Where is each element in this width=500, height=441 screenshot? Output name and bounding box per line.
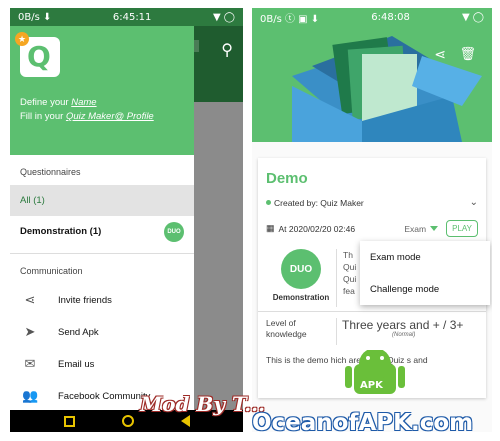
knowledge-row: Level of knowledge Three years and + / 3… xyxy=(258,311,486,351)
status-bar: 0B/s ⓣ ▣ ⬇ 6:48:08 ▼ ◯ xyxy=(252,8,492,26)
name-link[interactable]: Name xyxy=(71,97,96,108)
calendar-icon: ▦ xyxy=(266,223,275,233)
hero-header: ⋖ 🗑 xyxy=(252,26,492,142)
communication-heading: Communication xyxy=(20,266,83,276)
back-button[interactable] xyxy=(180,415,190,427)
profile-link[interactable]: Quiz Maker@ Profile xyxy=(66,111,154,122)
knowledge-note: (Normal) xyxy=(392,332,416,338)
questionnaires-heading: Questionnaires xyxy=(20,167,81,177)
created-by-row: Created by: Quiz Maker ⌄ xyxy=(258,193,486,212)
nav-send-apk-label: Send Apk xyxy=(58,326,99,338)
send-icon: ➤ xyxy=(24,324,36,339)
date-text: At 2020/02/20 02:46 xyxy=(278,223,356,234)
status-right: ▼ ◯ xyxy=(461,11,484,23)
duo-logo-icon: DUO xyxy=(281,249,321,289)
dropdown-arrow-icon xyxy=(430,226,439,231)
profile-prefix: Fill in your xyxy=(20,111,66,122)
play-button[interactable]: PLAY xyxy=(446,220,478,237)
quiz-title: Demo xyxy=(266,170,308,187)
drawer-item-demonstration[interactable]: Demonstration (1) DUO xyxy=(10,216,194,247)
drawer-item-all-label: All (1) xyxy=(20,195,45,206)
recents-button[interactable] xyxy=(63,415,75,427)
nav-email-us-label: Email us xyxy=(58,358,95,370)
nav-invite-friends[interactable]: ⋖ Invite friends xyxy=(10,284,194,316)
status-right: ▼ ◯ xyxy=(212,11,235,23)
nav-facebook-community-label: Facebook Community xyxy=(58,390,151,402)
knowledge-label: Level of knowledge xyxy=(266,318,307,339)
profile-line[interactable]: Fill in your Quiz Maker@ Profile xyxy=(20,111,184,122)
status-left: 0B/s ⬇ xyxy=(18,11,52,23)
menu-item-challenge-mode[interactable]: Challenge mode xyxy=(360,273,490,305)
duo-badge-icon: DUO xyxy=(164,221,184,242)
questionnaire-label: Demonstration xyxy=(272,293,330,302)
apk-text: APK xyxy=(360,380,384,391)
nav-invite-friends-label: Invite friends xyxy=(58,294,112,306)
email-icon: ✉ xyxy=(24,356,36,371)
mode-select-value: Exam xyxy=(404,223,427,234)
knowledge-value-text: Three years and + / 3+ xyxy=(342,318,464,332)
search-icon[interactable]: ⚲ xyxy=(221,40,233,60)
box-illustration xyxy=(292,36,482,142)
drawer-item-all[interactable]: All (1) xyxy=(10,185,194,216)
status-bar: 0B/s ⬇ 6:45:11 ▼ ◯ xyxy=(10,8,243,26)
quiz-logo-icon: Q xyxy=(27,40,51,73)
define-name-prefix: Define your xyxy=(20,97,72,108)
delete-icon[interactable]: 🗑 xyxy=(459,46,476,62)
drawer-header: ★ Q Define your Name Fill in your Quiz M… xyxy=(10,26,194,155)
questionnaire-logo: DUO Demonstration xyxy=(266,249,336,307)
status-left: 0B/s ⓣ ▣ ⬇ xyxy=(260,13,320,25)
author-dot-icon xyxy=(266,200,271,205)
android-apk-logo: APK xyxy=(345,350,405,394)
menu-item-exam-mode[interactable]: Exam mode xyxy=(360,241,490,273)
left-phone-screen: 0B/s ⬇ 6:45:11 ▼ ◯ ⚲ ★ Q Define your Nam… xyxy=(10,8,243,432)
mode-menu: Exam mode Challenge mode xyxy=(360,241,490,305)
app-logo: ★ Q xyxy=(15,32,60,77)
share-icon[interactable]: ⋖ xyxy=(434,46,446,63)
chevron-down-icon[interactable]: ⌄ xyxy=(470,197,478,208)
nav-email-us[interactable]: ✉ Email us xyxy=(10,348,194,380)
site-watermark: OceanofAPK.com xyxy=(252,410,474,436)
navigation-drawer: ★ Q Define your Name Fill in your Quiz M… xyxy=(10,26,194,410)
home-button[interactable] xyxy=(121,415,134,427)
share-icon: ⋖ xyxy=(24,292,36,307)
define-name-line[interactable]: Define your Name xyxy=(20,97,184,108)
mode-select[interactable]: Exam xyxy=(404,224,446,234)
status-time: 6:48:08 xyxy=(371,11,410,23)
people-icon: 👥 xyxy=(22,388,39,403)
created-by-text: Created by: Quiz Maker xyxy=(274,197,364,208)
drawer-item-demonstration-label: Demonstration (1) xyxy=(20,226,102,237)
knowledge-value: Three years and + / 3+ (Normal) xyxy=(336,318,478,345)
status-time: 6:45:11 xyxy=(112,11,152,23)
nav-send-apk[interactable]: ➤ Send Apk xyxy=(10,316,194,348)
mod-watermark: Mod By T... xyxy=(140,392,266,416)
